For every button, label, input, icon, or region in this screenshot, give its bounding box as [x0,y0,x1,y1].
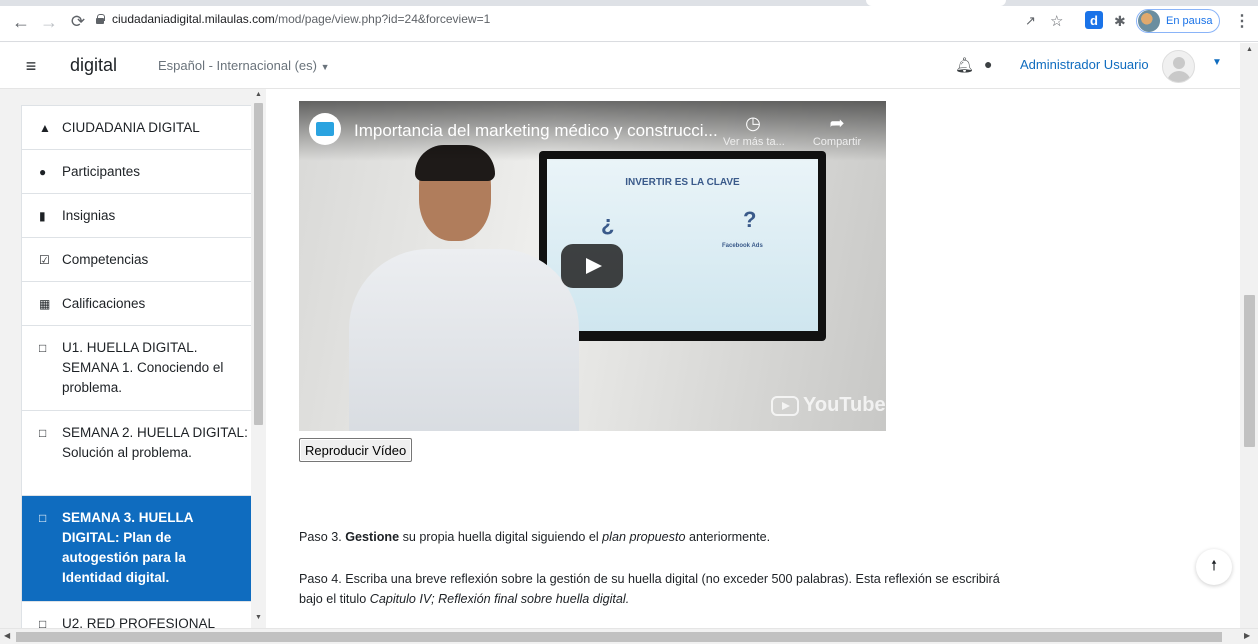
bookmark-star-icon[interactable]: ☆ [1050,9,1063,33]
nav-item-competencies[interactable]: ☑ Competencias [22,238,259,282]
nav-item-section-semana2[interactable]: □ SEMANA 2. HUELLA DIGITAL: Solución al … [22,411,259,496]
nav-item-course[interactable]: ▲ CIUDADANIA DIGITAL [22,106,259,150]
course-nav-list: ▲ CIUDADANIA DIGITAL ● Participantes ▮ I… [21,105,260,628]
user-menu-caret-icon[interactable]: ▼ [1212,57,1222,68]
page-scroll-thumb[interactable] [1244,295,1255,447]
nav-item-section-u2[interactable]: □ U2. RED PROFESIONAL [22,602,259,628]
nav-item-label: CIUDADANIA DIGITAL [62,120,200,135]
language-label: Español - Internacional (es) [158,58,317,73]
nav-drawer: ▲ CIUDADANIA DIGITAL ● Participantes ▮ I… [0,89,266,628]
extensions-puzzle-icon[interactable]: ✱ [1114,9,1126,33]
folder-icon: □ [39,617,47,628]
scroll-up-icon[interactable]: ▲ [255,91,262,98]
watch-later-button[interactable]: ◷ Ver más ta... [723,113,785,148]
caret-down-icon: ▼ [320,62,330,72]
folder-icon: □ [39,426,47,440]
chat-icon[interactable]: ● [984,56,992,72]
share-button[interactable]: ➦ Compartir [807,113,867,148]
lock-icon[interactable] [96,14,105,24]
nav-item-label: Participantes [62,164,141,179]
table-icon: ▦ [39,297,51,311]
hamburger-menu-icon[interactable]: ≡ [18,53,44,79]
share-page-icon[interactable]: ↗ [1025,9,1036,33]
page-vertical-scrollbar[interactable]: ▲ [1240,43,1258,628]
browser-menu-icon[interactable]: ⋮ [1234,9,1250,33]
forward-icon[interactable]: → [38,11,60,33]
video-title[interactable]: Importancia del marketing médico y const… [354,121,718,141]
paso-3-text: Paso 3. Gestione su propia huella digita… [299,530,771,544]
youtube-video-player[interactable]: INVERTIR ES LA CLAVE ¿ ? Facebook Ads Im… [299,101,886,431]
user-avatar[interactable] [1162,50,1195,83]
checkbox-icon: ☑ [39,253,50,267]
scroll-left-icon[interactable]: ◀ [4,631,10,640]
play-video-button[interactable]: Reproducir Vídeo [299,438,413,462]
profile-status: En pausa [1166,15,1213,27]
site-brand[interactable]: digital [70,55,117,76]
tv-question-close: ? [743,207,757,232]
back-to-top-button[interactable]: 🠕 [1196,549,1232,585]
drawer-scrollbar[interactable]: ▲ ▼ [251,89,266,628]
site-navbar: ≡ digital Español - Internacional (es) ▼… [0,43,1240,89]
url-host: ciudadaniadigital.milaulas.com [112,12,275,26]
scroll-down-icon[interactable]: ▼ [255,614,262,621]
horizontal-scroll-thumb[interactable] [16,632,1222,642]
arrow-up-icon: 🠕 [1210,557,1217,573]
back-icon[interactable]: ← [10,11,32,33]
scroll-up-icon[interactable]: ▲ [1246,46,1253,53]
nav-item-label: Insignias [62,208,116,223]
nav-item-grades[interactable]: ▦ Calificaciones [22,282,259,326]
reload-icon[interactable]: ⟳ [67,11,89,33]
browser-toolbar: ← → ⟳ ciudadaniadigital.milaulas.com/mod… [0,0,1258,42]
page-horizontal-scrollbar[interactable]: ◀ ▶ [0,628,1258,644]
nav-item-label: U2. RED PROFESIONAL [62,616,216,628]
address-bar[interactable]: ciudadaniadigital.milaulas.com/mod/page/… [112,12,490,26]
folder-icon: □ [39,341,47,355]
nav-item-badges[interactable]: ▮ Insignias [22,194,259,238]
profile-avatar [1138,10,1160,32]
nav-item-label: Calificaciones [62,296,146,311]
profile-button[interactable]: En pausa [1136,9,1220,33]
nav-item-participants[interactable]: ● Participantes [22,150,259,194]
tv-label: Facebook Ads [722,243,763,249]
tv-question-open: ¿ [601,211,615,236]
nav-item-label: SEMANA 3. HUELLA DIGITAL: Plan de autoge… [62,510,194,585]
graduation-cap-icon: ▲ [39,121,51,135]
watch-later-label: Ver más ta... [723,136,785,148]
scroll-right-icon[interactable]: ▶ [1244,631,1250,640]
drawer-scroll-thumb[interactable] [254,103,263,425]
shield-icon: ▮ [39,209,46,223]
paso-4-text: Paso 4. Escriba una breve reflexión sobr… [299,572,1000,606]
share-label: Compartir [812,136,862,148]
nav-item-label: SEMANA 2. HUELLA DIGITAL: Solución al pr… [62,425,248,460]
share-arrow-icon: ➦ [829,113,845,133]
tv-heading: INVERTIR ES LA CLAVE [625,177,740,188]
bell-icon[interactable]: 🔔︎ [955,56,974,74]
nav-item-section-u1[interactable]: □ U1. HUELLA DIGITAL. SEMANA 1. Conocien… [22,326,259,411]
channel-logo[interactable] [309,113,341,145]
youtube-logo[interactable]: YouTube [771,394,886,417]
extension-d-icon[interactable]: d [1085,11,1103,29]
main-content: INVERTIR ES LA CLAVE ¿ ? Facebook Ads Im… [266,89,1240,628]
tab-strip [0,0,1258,6]
video-play-icon[interactable] [561,244,623,288]
nav-item-label: U1. HUELLA DIGITAL. SEMANA 1. Conociendo… [62,340,224,395]
language-selector[interactable]: Español - Internacional (es) ▼ [158,58,330,73]
folder-icon: □ [39,511,47,525]
url-path: /mod/page/view.php?id=24&forceview=1 [274,12,491,26]
video-presenter [349,145,579,431]
nav-item-section-semana3[interactable]: □ SEMANA 3. HUELLA DIGITAL: Plan de auto… [22,496,259,602]
users-icon: ● [39,165,47,179]
clock-icon: ◷ [745,113,761,133]
nav-item-label: Competencias [62,252,149,267]
user-name[interactable]: Administrador Usuario [1020,57,1149,72]
